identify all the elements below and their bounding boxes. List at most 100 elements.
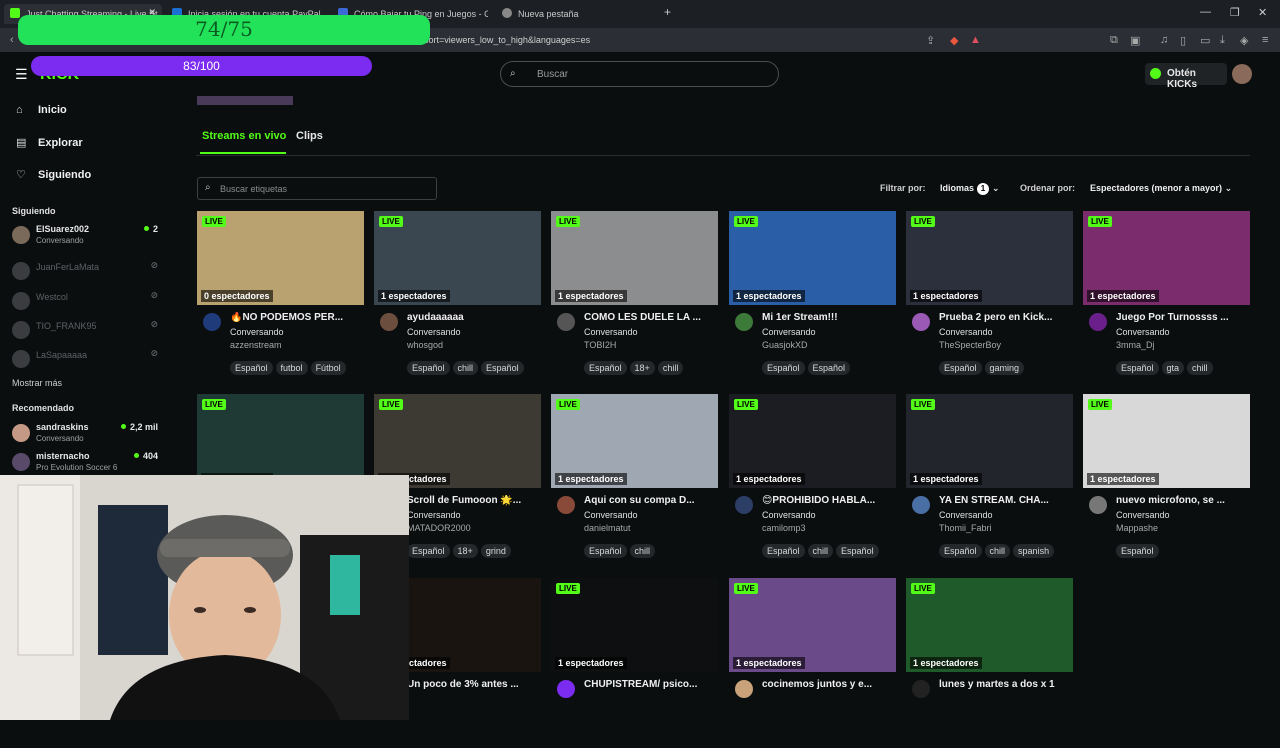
screenshot-icon[interactable]: ▣ [1130, 34, 1140, 47]
stream-thumbnail[interactable]: LIVE1 espectadores [551, 394, 718, 488]
avatar[interactable] [735, 680, 753, 698]
vpn-icon[interactable]: ◈ [1240, 34, 1248, 47]
streamer-name[interactable]: danielmatut [584, 523, 631, 533]
stream-thumbnail[interactable]: LIVE1 espectadores [197, 394, 364, 488]
stream-title[interactable]: nuevo microfono, se ... [1116, 495, 1250, 506]
avatar[interactable] [557, 313, 575, 331]
stream-category[interactable]: Conversando [584, 510, 638, 520]
avatar[interactable] [1089, 496, 1107, 514]
stream-title[interactable]: COMO LES DUELE LA ... [584, 312, 718, 323]
tag-chip[interactable]: chill [1187, 361, 1213, 375]
stream-card[interactable]: LIVE 1 espectadores Aqui con su compa D...… [551, 394, 718, 564]
close-window-icon[interactable]: ✕ [1258, 6, 1267, 19]
stream-card[interactable]: LIVE 1 espectadores nuevo microfono, se ..… [1083, 394, 1250, 564]
sidebar-item-inicio[interactable]: ⌂ Inicio [16, 104, 67, 116]
tag-chip[interactable]: Español [584, 361, 627, 375]
streamer-name[interactable]: GuasjokXD [762, 340, 808, 350]
share-icon[interactable]: ⇪ [926, 34, 935, 47]
stream-title[interactable]: 🔥NO PODEMOS PER... [230, 312, 364, 323]
stream-title[interactable]: Scroll de Fumooon 🌟... [407, 495, 541, 506]
following-channel[interactable]: ElSuarez002 Conversando 2 [12, 224, 162, 250]
stream-category[interactable]: Conversando [407, 510, 461, 520]
stream-card[interactable]: LIVE 1 espectadores Juego Por Turnossss ..… [1083, 211, 1250, 381]
streamer-name[interactable]: azzenstream [230, 340, 282, 350]
stream-card[interactable]: LIVE 1 espectadores 😊PROHIBIDO HABLA... Con… [729, 394, 896, 564]
tag-chip[interactable]: Español [584, 544, 627, 558]
tag-chip[interactable]: Español [762, 361, 805, 375]
stream-category[interactable]: Conversando [762, 327, 816, 337]
avatar[interactable] [557, 496, 575, 514]
download-icon[interactable]: ⤓ [1220, 34, 1225, 47]
tag-chip[interactable]: 18+ [452, 544, 478, 558]
new-tab-button[interactable]: + [664, 4, 678, 24]
avatar[interactable] [735, 496, 753, 514]
avatar[interactable] [557, 680, 575, 698]
stream-title[interactable]: ayudaaaaaa [407, 312, 541, 323]
avatar[interactable] [203, 313, 221, 331]
streamer-name[interactable]: Thomii_Fabri [939, 523, 992, 533]
stream-card[interactable]: LIVE 1 espectadores CHUPISTREAM/ psico... [551, 578, 718, 748]
stream-title[interactable]: CHUPISTREAM/ psico... [584, 679, 718, 690]
music-icon[interactable]: ♫ [1160, 34, 1168, 46]
streamer-name[interactable]: TheSpecterBoy [939, 340, 1001, 350]
tag-chip[interactable]: gta [1161, 361, 1185, 375]
stream-card[interactable]: LIVE 1 espectadores ayudaaaaaa Conversando w… [374, 211, 541, 381]
stream-card[interactable]: LIVE 1 espectadores cocinemos juntos y e..… [729, 578, 896, 748]
avatar[interactable] [735, 313, 753, 331]
stream-thumbnail[interactable]: LIVE1 espectadores [551, 578, 718, 672]
stream-thumbnail[interactable]: LIVE1 espectadores [906, 394, 1073, 488]
avatar[interactable] [1089, 313, 1107, 331]
stream-title[interactable]: Aqui con su compa D... [584, 495, 718, 506]
tag-chip[interactable]: chill [984, 544, 1011, 558]
stream-card[interactable]: LIVE 0 espectadores 🔥NO PODEMOS PER... Conv… [197, 211, 364, 381]
stream-card[interactable]: LIVE 1 espectadores Mi 1er Stream!!! Conver… [729, 211, 896, 381]
tag-search-input[interactable]: Buscar etiquetas [197, 177, 437, 200]
tag-chip[interactable]: grind [480, 544, 511, 558]
tag-chip[interactable]: Español [1116, 544, 1159, 558]
stream-category[interactable]: Conversando [407, 327, 461, 337]
stream-category[interactable]: Conversando [939, 327, 993, 337]
stream-thumbnail[interactable]: LIVE1 espectadores [1083, 211, 1250, 305]
tag-chip[interactable]: Español [481, 361, 524, 375]
search-input[interactable]: Buscar [500, 61, 779, 87]
tag-chip[interactable]: gaming [984, 361, 1025, 375]
avatar[interactable] [912, 313, 930, 331]
tab-streams-en-vivo[interactable]: Streams en vivo [202, 130, 286, 142]
tag-chip[interactable]: Español [762, 544, 805, 558]
recommended-channel[interactable]: sandraskins Conversando 2,2 mil [12, 422, 162, 448]
stream-card[interactable]: LIVE 1 espectadores lunes y martes a dos x… [906, 578, 1073, 748]
tag-chip[interactable]: chill [657, 361, 684, 375]
streamer-name[interactable]: TOBI2H [584, 340, 616, 350]
avatar[interactable] [912, 496, 930, 514]
hamburger-menu-icon[interactable]: ☰ [15, 66, 28, 83]
stream-card[interactable]: LIVE 1 espectadores YA EN STREAM. CHA... Co… [906, 394, 1073, 564]
stream-title[interactable]: YA EN STREAM. CHA... [939, 495, 1073, 506]
tag-chip[interactable]: Español [836, 544, 879, 558]
stream-thumbnail[interactable]: LIVE1 espectadores [729, 211, 896, 305]
stream-category[interactable]: Conversando [762, 510, 816, 520]
stream-title[interactable]: Juego Por Turnossss ... [1116, 312, 1250, 323]
stream-category[interactable]: Conversando [1116, 510, 1170, 520]
stream-card[interactable]: LIVE 1 espectadores Prueba 2 pero en Kick.… [906, 211, 1073, 381]
tag-chip[interactable]: spanish [1013, 544, 1055, 558]
streamer-name[interactable]: 3mma_Dj [1116, 340, 1155, 350]
following-channel[interactable]: JuanFerLaMata ⊘ [12, 260, 162, 286]
tag-chip[interactable]: chill [807, 544, 834, 558]
following-channel[interactable]: LaSapaaaaa ⊘ [12, 348, 162, 374]
streamer-name[interactable]: whosgod [407, 340, 443, 350]
show-more-link[interactable]: Mostrar más [12, 378, 62, 388]
brave-shield-icon[interactable]: ◆ [950, 34, 958, 47]
get-kicks-button[interactable]: Obtén KICKs [1145, 63, 1227, 90]
wallet-icon[interactable]: ▭ [1200, 34, 1210, 47]
stream-thumbnail[interactable]: LIVE 0 espectadores [197, 211, 364, 305]
stream-title[interactable]: Mi 1er Stream!!! [762, 312, 896, 323]
streamer-name[interactable]: MATADOR2000 [407, 523, 471, 533]
recommended-channel[interactable]: misternacho Pro Evolution Soccer 6 404 [12, 451, 162, 477]
streamer-name[interactable]: camilomp3 [762, 523, 806, 533]
tag-chip[interactable]: Español [939, 361, 982, 375]
stream-thumbnail[interactable]: LIVE1 espectadores [729, 578, 896, 672]
rewards-icon[interactable]: ▲ [970, 34, 981, 46]
tag-chip[interactable]: Español [939, 544, 982, 558]
stream-title[interactable]: lunes y martes a dos x 1 [939, 679, 1073, 690]
stream-title[interactable]: cocinemos juntos y e... [762, 679, 896, 690]
